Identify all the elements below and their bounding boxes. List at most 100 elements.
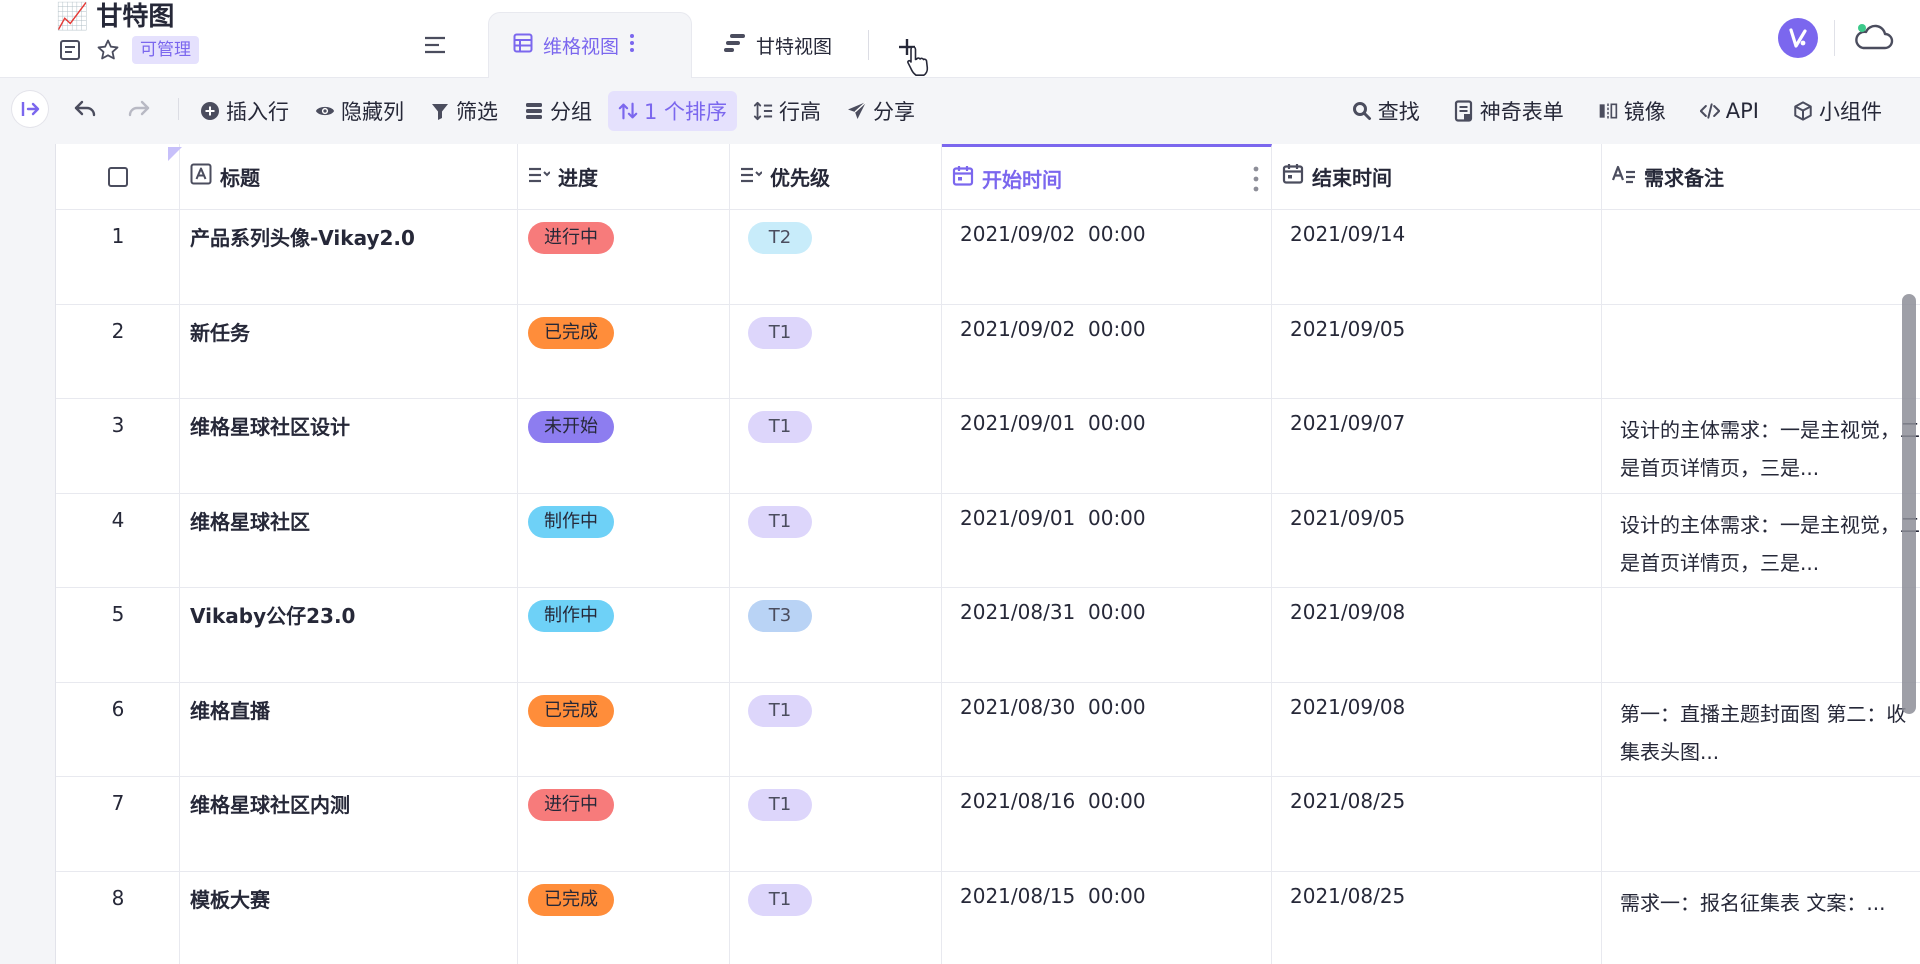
progress-cell[interactable]: 制作中: [518, 588, 730, 682]
expand-sidebar-button[interactable]: [12, 91, 48, 127]
progress-cell[interactable]: 已完成: [518, 304, 730, 398]
title-cell[interactable]: 维格星球社区内测: [180, 777, 518, 871]
note-cell[interactable]: 第一：直播主题封面图 第二：收集表头图...: [1602, 683, 1920, 777]
end-date-cell[interactable]: 2021/09/05: [1272, 493, 1602, 587]
note-cell[interactable]: 设计的主体需求：一是主视觉，二是首页详情页，三是...: [1602, 399, 1920, 493]
priority-cell[interactable]: T3: [730, 588, 942, 682]
note-cell[interactable]: [1602, 777, 1920, 871]
table-row[interactable]: 7 维格星球社区内测 进行中 T1 2021/08/16 00:00 2021/08/25: [56, 777, 1920, 872]
table-row[interactable]: 3 维格星球社区设计 未开始 T1 2021/09/01 00:00 2021/09/07…: [56, 399, 1920, 494]
title-cell[interactable]: Vikaby公仔23.0: [180, 588, 518, 682]
priority-cell[interactable]: T1: [730, 682, 942, 776]
priority-cell[interactable]: T1: [730, 777, 942, 871]
row-number-cell[interactable]: 5: [56, 588, 180, 682]
share-button[interactable]: 分享: [837, 91, 925, 131]
end-date-cell[interactable]: 2021/09/05: [1272, 304, 1602, 398]
table-row[interactable]: 4 维格星球社区 制作中 T1 2021/09/01 00:00 2021/09/05 设计…: [56, 493, 1920, 588]
note-cell[interactable]: [1602, 210, 1920, 304]
end-date-cell[interactable]: 2021/09/08: [1272, 682, 1602, 776]
view-list-toggle[interactable]: [420, 30, 450, 60]
title-cell[interactable]: 产品系列头像-Vikay2.0: [180, 210, 518, 304]
row-number: 5: [111, 602, 125, 626]
column-header-title[interactable]: 标题: [180, 144, 518, 209]
end-date-cell[interactable]: 2021/09/08: [1272, 588, 1602, 682]
page-title[interactable]: 甘特图: [96, 2, 174, 32]
column-header-progress[interactable]: 进度: [518, 144, 730, 209]
row-number-cell[interactable]: 1: [56, 210, 180, 304]
priority-cell[interactable]: T1: [730, 493, 942, 587]
progress-cell[interactable]: 进行中: [518, 210, 730, 304]
priority-cell[interactable]: T1: [730, 399, 942, 493]
undo-button[interactable]: [68, 92, 102, 126]
table-row[interactable]: 2 新任务 已完成 T1 2021/09/02 00:00 2021/09/05: [56, 304, 1920, 399]
end-date-cell[interactable]: 2021/09/07: [1272, 399, 1602, 493]
star-icon[interactable]: [94, 36, 122, 64]
start-date-cell[interactable]: 2021/09/01 00:00: [942, 493, 1272, 587]
title-cell[interactable]: 维格星球社区设计: [180, 399, 518, 493]
table-row[interactable]: 1 产品系列头像-Vikay2.0 进行中 T2 2021/09/02 00:00 202…: [56, 210, 1920, 305]
magic-form-button[interactable]: 神奇表单: [1444, 91, 1574, 131]
start-date-cell[interactable]: 2021/09/01 00:00: [942, 399, 1272, 493]
title-cell[interactable]: 新任务: [180, 304, 518, 398]
priority-cell[interactable]: T2: [730, 210, 942, 304]
column-more-icon[interactable]: [1253, 165, 1259, 193]
column-header-priority[interactable]: 优先级: [730, 144, 942, 209]
priority-cell[interactable]: T1: [730, 304, 942, 398]
start-date-cell[interactable]: 2021/08/30 00:00: [942, 682, 1272, 776]
start-date-cell[interactable]: 2021/09/02 00:00: [942, 210, 1272, 304]
row-number-cell[interactable]: 4: [56, 493, 180, 587]
title-cell[interactable]: 维格星球社区: [180, 493, 518, 587]
description-icon[interactable]: [56, 36, 84, 64]
select-all-cell[interactable]: [56, 144, 180, 209]
filter-button[interactable]: 筛选: [420, 91, 508, 131]
row-number-cell[interactable]: 6: [56, 682, 180, 776]
title-cell[interactable]: 维格直播: [180, 682, 518, 776]
column-header-end[interactable]: 结束时间: [1272, 144, 1602, 209]
start-date-cell[interactable]: 2021/09/02 00:00: [942, 304, 1272, 398]
end-date-cell[interactable]: 2021/09/14: [1272, 210, 1602, 304]
note-cell[interactable]: 需求一：报名征集表 文案：...: [1602, 872, 1920, 964]
search-button[interactable]: 查找: [1342, 91, 1430, 131]
sort-button[interactable]: 1 个排序: [608, 91, 738, 131]
end-date-cell[interactable]: 2021/08/25: [1272, 871, 1602, 964]
row-number-cell[interactable]: 8: [56, 871, 180, 964]
progress-cell[interactable]: 进行中: [518, 777, 730, 871]
progress-cell[interactable]: 制作中: [518, 493, 730, 587]
tab-grid-view[interactable]: 维格视图: [488, 12, 692, 78]
progress-cell[interactable]: 已完成: [518, 871, 730, 964]
hide-columns-button[interactable]: 隐藏列: [305, 91, 414, 131]
start-date-cell[interactable]: 2021/08/15 00:00: [942, 871, 1272, 964]
column-header-note[interactable]: 需求备注: [1602, 144, 1920, 209]
note-cell[interactable]: [1602, 588, 1920, 682]
column-header-start[interactable]: 开始时间: [942, 144, 1272, 209]
group-button[interactable]: 分组: [514, 91, 602, 131]
start-date-cell[interactable]: 2021/08/16 00:00: [942, 777, 1272, 871]
row-number-cell[interactable]: 3: [56, 399, 180, 493]
api-button[interactable]: API: [1690, 91, 1769, 131]
tab-more-icon[interactable]: [629, 33, 635, 58]
start-date-cell[interactable]: 2021/08/31 00:00: [942, 588, 1272, 682]
select-all-checkbox[interactable]: [107, 166, 128, 187]
vertical-scrollbar[interactable]: [1902, 294, 1916, 714]
end-date-cell[interactable]: 2021/08/25: [1272, 777, 1602, 871]
widget-button[interactable]: 小组件: [1783, 91, 1892, 131]
priority-cell[interactable]: T1: [730, 871, 942, 964]
user-avatar[interactable]: [1778, 18, 1818, 58]
row-number-cell[interactable]: 7: [56, 777, 180, 871]
widget-icon: [1793, 101, 1813, 121]
row-number-cell[interactable]: 2: [56, 304, 180, 398]
title-cell[interactable]: 模板大赛: [180, 871, 518, 964]
mirror-button[interactable]: 镜像: [1588, 91, 1676, 131]
table-row[interactable]: 6 维格直播 已完成 T1 2021/08/30 00:00 2021/09/08 第一：直…: [56, 682, 1920, 777]
cloud-sync-icon[interactable]: [1852, 20, 1896, 56]
progress-cell[interactable]: 已完成: [518, 682, 730, 776]
note-cell[interactable]: [1602, 305, 1920, 399]
tab-gantt-view[interactable]: 甘特视图: [700, 12, 870, 78]
row-height-button[interactable]: 行高: [743, 91, 831, 131]
table-row[interactable]: 8 模板大赛 已完成 T1 2021/08/15 00:00 2021/08/25 需求一：…: [56, 871, 1920, 964]
redo-button[interactable]: [122, 92, 156, 126]
insert-row-button[interactable]: 插入行: [190, 91, 299, 131]
progress-cell[interactable]: 未开始: [518, 399, 730, 493]
table-row[interactable]: 5 Vikaby公仔23.0 制作中 T3 2021/08/31 00:00 2021/0…: [56, 588, 1920, 683]
note-cell[interactable]: 设计的主体需求：一是主视觉，二是首页详情页，三是...: [1602, 494, 1920, 588]
